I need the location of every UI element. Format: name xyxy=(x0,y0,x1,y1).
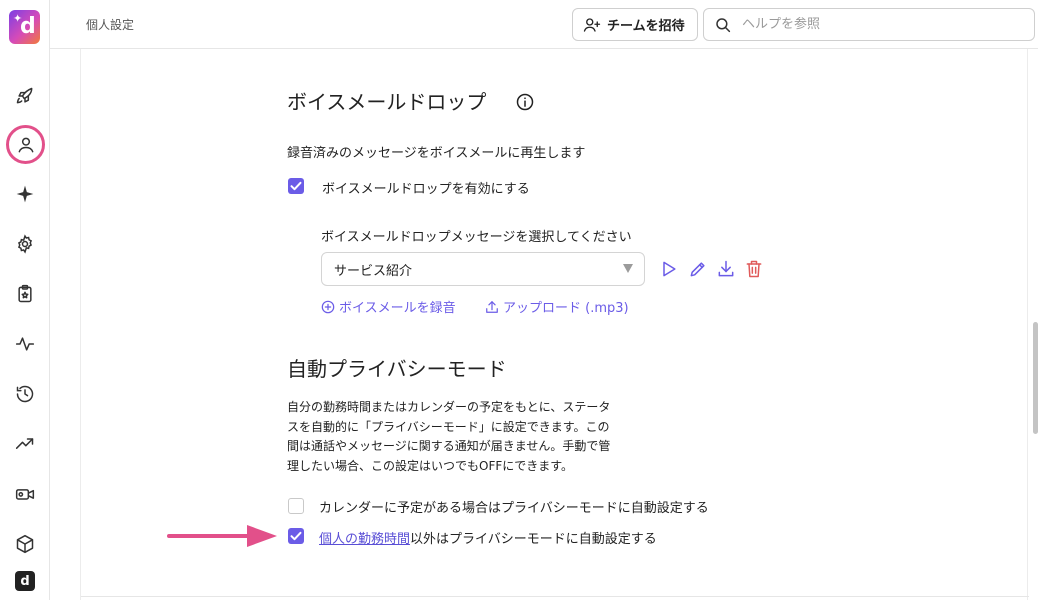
annotation-arrow-icon xyxy=(167,525,277,547)
app-letter: d xyxy=(20,573,30,589)
clipboard-icon[interactable] xyxy=(13,282,37,306)
divider xyxy=(81,596,1029,597)
privacy-description-line: 自分の勤務時間またはカレンダーの予定をもとに、ステータ xyxy=(287,400,611,414)
privacy-title: 自動プライバシーモード xyxy=(287,357,507,381)
search-icon xyxy=(716,17,731,32)
search-input[interactable] xyxy=(742,17,1022,32)
privacy-description-line: 理したい場合、この設定はいつでもOFFにできます。 xyxy=(287,458,574,473)
info-icon[interactable] xyxy=(515,92,535,112)
activity-icon[interactable] xyxy=(13,332,37,356)
privacy-description: 自分の勤務時間またはカレンダーの予定をもとに、ステータ スを自動的に「プライバシ… xyxy=(287,398,647,476)
invite-team-button[interactable]: チームを招待 xyxy=(572,8,698,41)
invite-team-label: チームを招待 xyxy=(607,19,685,34)
check-icon xyxy=(290,181,302,191)
working-hours-link[interactable]: 個人の勤務時間 xyxy=(319,532,410,547)
voicemail-description: 録音済みのメッセージをボイスメールに再生します xyxy=(287,146,586,161)
gear-icon[interactable] xyxy=(13,232,37,256)
hours-privacy-label: 個人の勤務時間以外はプライバシーモードに自動設定する xyxy=(319,528,657,547)
video-icon[interactable] xyxy=(13,482,37,506)
user-plus-icon xyxy=(583,17,601,32)
record-voicemail-label: ボイスメールを録音 xyxy=(339,301,456,316)
breadcrumb: 個人設定 xyxy=(86,18,135,32)
help-search[interactable] xyxy=(703,8,1035,41)
hours-privacy-label-rest: 以外はプライバシーモードに自動設定する xyxy=(410,532,657,547)
hours-privacy-checkbox[interactable] xyxy=(288,528,304,544)
upload-icon xyxy=(486,300,498,313)
trend-icon[interactable] xyxy=(13,432,37,456)
delete-icon[interactable] xyxy=(744,259,764,279)
logo-letter: d xyxy=(20,14,36,39)
app-icon[interactable]: d xyxy=(15,571,35,591)
voicemail-message-select[interactable]: サービス紹介 xyxy=(321,252,645,286)
voicemail-enable-label: ボイスメールドロップを有効にする xyxy=(322,182,530,197)
voicemail-enable-checkbox[interactable] xyxy=(288,178,304,194)
download-icon[interactable] xyxy=(716,259,736,279)
selected-message: サービス紹介 xyxy=(334,263,413,279)
check-icon xyxy=(290,531,302,541)
plus-circle-icon xyxy=(321,300,335,313)
app-logo[interactable]: ✦ d xyxy=(9,10,40,44)
record-voicemail-link[interactable]: ボイスメールを録音 xyxy=(321,297,456,316)
rocket-icon[interactable] xyxy=(13,84,37,108)
scrollbar[interactable] xyxy=(1033,322,1038,434)
calendar-privacy-checkbox[interactable] xyxy=(288,498,304,514)
privacy-description-line: 間は通話やメッセージに関する通知が届きません。手動で管 xyxy=(287,439,611,453)
voicemail-select-label: ボイスメールドロップメッセージを選択してください xyxy=(321,230,632,245)
dropdown-arrow-icon xyxy=(623,264,633,273)
sidebar: ✦ d d xyxy=(0,0,50,600)
calendar-privacy-label: カレンダーに予定がある場合はプライバシーモードに自動設定する xyxy=(319,501,709,516)
user-icon[interactable] xyxy=(6,125,45,164)
settings-panel xyxy=(80,49,1029,600)
voicemail-title: ボイスメールドロップ xyxy=(287,90,487,114)
topbar: 個人設定 チームを招待 xyxy=(50,0,1038,49)
edit-icon[interactable] xyxy=(688,259,708,279)
privacy-description-line: スを自動的に「プライバシーモード」に設定できます。この xyxy=(287,419,610,434)
history-icon[interactable] xyxy=(13,382,37,406)
upload-mp3-link[interactable]: アップロード (.mp3) xyxy=(485,297,629,316)
play-icon[interactable] xyxy=(659,259,679,279)
sparkle-icon[interactable] xyxy=(13,182,37,206)
upload-mp3-label: アップロード (.mp3) xyxy=(503,301,629,316)
box-icon[interactable] xyxy=(13,532,37,556)
